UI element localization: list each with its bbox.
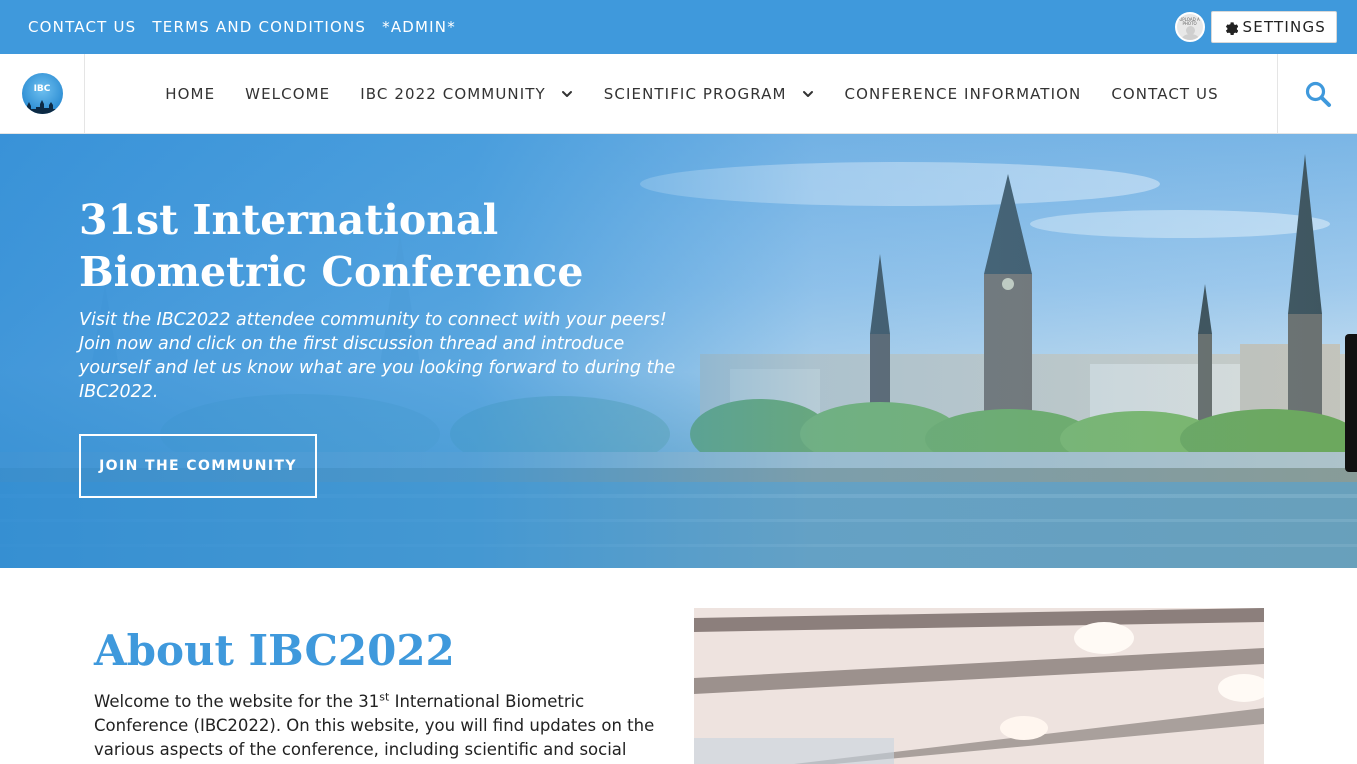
- logo-text: IBC: [33, 83, 51, 94]
- nav-items: HOME WELCOME IBC 2022 COMMUNITY SCIENTIF…: [85, 85, 1277, 103]
- nav-item-label: CONTACT US: [1111, 84, 1219, 103]
- about-title: About IBC2022: [94, 626, 455, 675]
- utility-link-admin[interactable]: *ADMIN*: [382, 18, 456, 36]
- nav-item-home[interactable]: HOME: [150, 85, 230, 103]
- main-nav: IBC HOME WELCOME IBC 2022 COMMUNITY SCIE…: [0, 53, 1357, 134]
- hero-title: 31st International Biometric Conference: [79, 196, 584, 296]
- nav-item-label: HOME: [165, 84, 216, 103]
- avatar-upload-label: UPLOAD A PHOTO: [1179, 17, 1200, 26]
- about-image: [694, 608, 1264, 764]
- utility-bar: CONTACT US TERMS AND CONDITIONS *ADMIN* …: [0, 0, 1357, 54]
- join-community-button[interactable]: JOIN THE COMMUNITY: [79, 434, 317, 498]
- utility-right: UPLOAD A PHOTO SETTINGS: [1174, 11, 1337, 43]
- nav-item-label: CONFERENCE INFORMATION: [844, 84, 1082, 103]
- about-text: Welcome to the website for the 31st Inte…: [94, 690, 664, 764]
- user-avatar-icon[interactable]: UPLOAD A PHOTO: [1174, 12, 1205, 42]
- settings-button[interactable]: SETTINGS: [1210, 11, 1337, 43]
- ibc-logo[interactable]: IBC: [21, 73, 63, 114]
- about-image-ceiling-lights: [694, 608, 1264, 764]
- logo-skyline-icon: [21, 100, 63, 114]
- nav-item-welcome[interactable]: WELCOME: [230, 85, 345, 103]
- chevron-down-icon: [561, 90, 572, 97]
- logo-cell[interactable]: IBC: [0, 53, 85, 134]
- gear-icon: [1225, 22, 1238, 35]
- about-text-sup: st: [379, 690, 390, 704]
- nav-item-contact-us[interactable]: CONTACT US: [1096, 85, 1233, 103]
- nav-item-scientific-program[interactable]: SCIENTIFIC PROGRAM: [589, 85, 830, 103]
- chevron-down-icon: [802, 90, 813, 97]
- settings-label: SETTINGS: [1242, 18, 1326, 36]
- utility-link-contact-us[interactable]: CONTACT US: [28, 18, 136, 36]
- about-text-start: Welcome to the website for the 31: [94, 692, 380, 711]
- nav-item-label: WELCOME: [245, 84, 331, 103]
- nav-item-community[interactable]: IBC 2022 COMMUNITY: [345, 85, 589, 103]
- utility-links: CONTACT US TERMS AND CONDITIONS *ADMIN*: [28, 18, 456, 36]
- hero-subtitle: Visit the IBC2022 attendee community to …: [79, 310, 676, 402]
- avatar-body-shape: [1180, 34, 1200, 40]
- nav-item-conference-information[interactable]: CONFERENCE INFORMATION: [830, 85, 1097, 103]
- nav-item-label: IBC 2022 COMMUNITY: [360, 84, 546, 103]
- search-icon: [1305, 81, 1331, 107]
- side-feedback-tab[interactable]: [1345, 334, 1357, 472]
- search-button[interactable]: [1277, 53, 1357, 134]
- hero-banner: 31st International Biometric Conference …: [0, 134, 1357, 568]
- utility-link-terms[interactable]: TERMS AND CONDITIONS: [152, 18, 366, 36]
- nav-item-label: SCIENTIFIC PROGRAM: [603, 84, 787, 103]
